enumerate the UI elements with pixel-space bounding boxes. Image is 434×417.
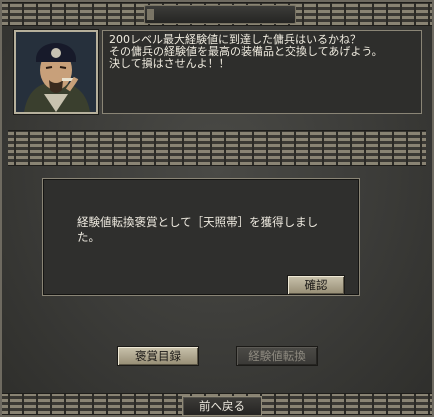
npc-exchange-window: 200レベル最大経験値に到達した傭兵はいるかね？ その傭兵の経験値を最高の装備品… bbox=[0, 0, 434, 417]
npc-speech-box: 200レベル最大経験値に到達した傭兵はいるかね？ その傭兵の経験値を最高の装備品… bbox=[102, 30, 422, 114]
window-title-bar[interactable] bbox=[144, 5, 296, 24]
back-button[interactable]: 前へ戻る bbox=[182, 396, 262, 416]
middle-border-ornament bbox=[8, 130, 426, 166]
npc-portrait bbox=[13, 29, 99, 115]
confirm-button[interactable]: 確認 bbox=[287, 275, 345, 295]
result-message: 経験値転換褒賞として［天照帯］を獲得しました。 bbox=[77, 215, 319, 244]
npc-speech-text: 200レベル最大経験値に到達した傭兵はいるかね？ その傭兵の経験値を最高の装備品… bbox=[109, 33, 383, 70]
title-bar-handle bbox=[147, 9, 154, 20]
exp-convert-button[interactable]: 経験値転換 bbox=[236, 346, 318, 366]
npc-portrait-image bbox=[16, 32, 96, 112]
reward-list-button[interactable]: 褒賞目録 bbox=[117, 346, 199, 366]
